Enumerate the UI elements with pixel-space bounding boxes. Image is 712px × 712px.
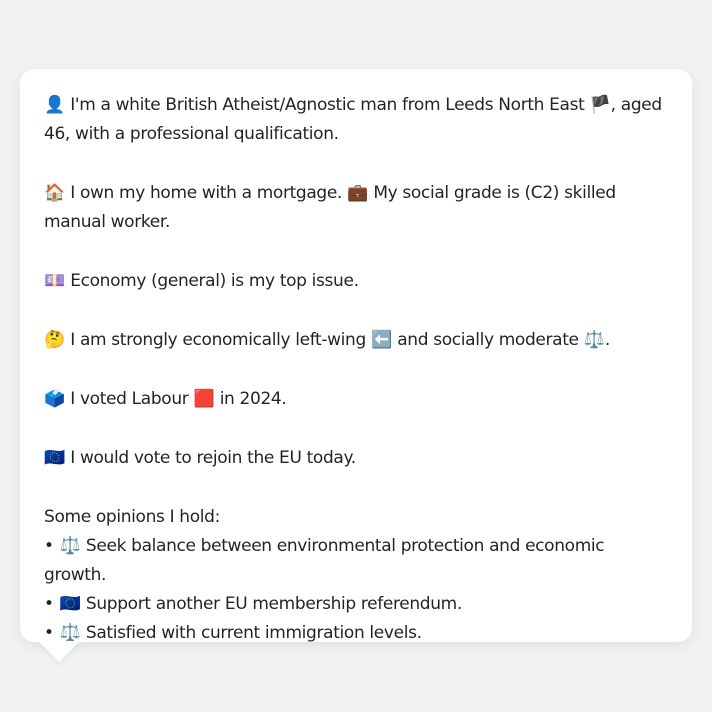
opinions-heading: Some opinions I hold: <box>44 507 220 527</box>
issue-line: 💷 Economy (general) is my top issue. <box>44 267 668 296</box>
balance-scale-icon: ⚖️ <box>59 623 81 643</box>
left-arrow-icon: ⬅️ <box>371 330 393 350</box>
ideology-economic-text: I am strongly economically left-wing <box>70 330 366 350</box>
opinion-text: Satisfied with current immigration level… <box>85 623 422 643</box>
persona-card: 👤 I'm a white British Atheist/Agnostic m… <box>20 69 692 643</box>
balance-scale-icon: ⚖️ <box>583 330 605 350</box>
housing-line: 🏠 I own my home with a mortgage. 💼 My so… <box>44 179 668 237</box>
bullet-icon: • <box>44 594 54 614</box>
ideology-period: . <box>604 330 610 350</box>
ideology-line: 🤔 I am strongly economically left-wing ⬅… <box>44 326 668 355</box>
speech-bubble-tail <box>38 641 80 662</box>
identity-line: 👤 I'm a white British Atheist/Agnostic m… <box>44 91 668 149</box>
red-square-icon: 🟥 <box>193 389 215 409</box>
briefcase-icon: 💼 <box>347 183 369 203</box>
eu-flag-icon: 🇪🇺 <box>59 594 81 614</box>
opinion-item: • 🇪🇺 Support another EU membership refere… <box>44 590 668 619</box>
thinking-face-icon: 🤔 <box>44 330 66 350</box>
ballot-box-icon: 🗳️ <box>44 389 66 409</box>
eu-flag-icon: 🇪🇺 <box>44 448 66 468</box>
person-icon: 👤 <box>44 95 66 115</box>
opinion-text: Seek balance between environmental prote… <box>44 536 605 585</box>
eu-line: 🇪🇺 I would vote to rejoin the EU today. <box>44 444 668 473</box>
eu-text: I would vote to rejoin the EU today. <box>70 448 356 468</box>
opinion-item: • ⚖️ Seek balance between environmental p… <box>44 532 668 590</box>
bullet-icon: • <box>44 536 54 556</box>
vote-year-text: in 2024. <box>219 389 287 409</box>
vote-line: 🗳️ I voted Labour 🟥 in 2024. <box>44 385 668 414</box>
pound-banknote-icon: 💷 <box>44 271 66 291</box>
england-flag-icon: 🏴 <box>589 95 611 115</box>
issue-text: Economy (general) is my top issue. <box>70 271 359 291</box>
vote-text: I voted Labour <box>70 389 189 409</box>
house-icon: 🏠 <box>44 183 66 203</box>
opinion-text: Support another EU membership referendum… <box>85 594 462 614</box>
identity-text: I'm a white British Atheist/Agnostic man… <box>70 95 585 115</box>
balance-scale-icon: ⚖️ <box>59 536 81 556</box>
bullet-icon: • <box>44 623 54 643</box>
opinion-item: • ⚖️ Satisfied with current immigration l… <box>44 619 668 648</box>
ideology-social-text: and socially moderate <box>397 330 579 350</box>
housing-text: I own my home with a mortgage. <box>70 183 343 203</box>
